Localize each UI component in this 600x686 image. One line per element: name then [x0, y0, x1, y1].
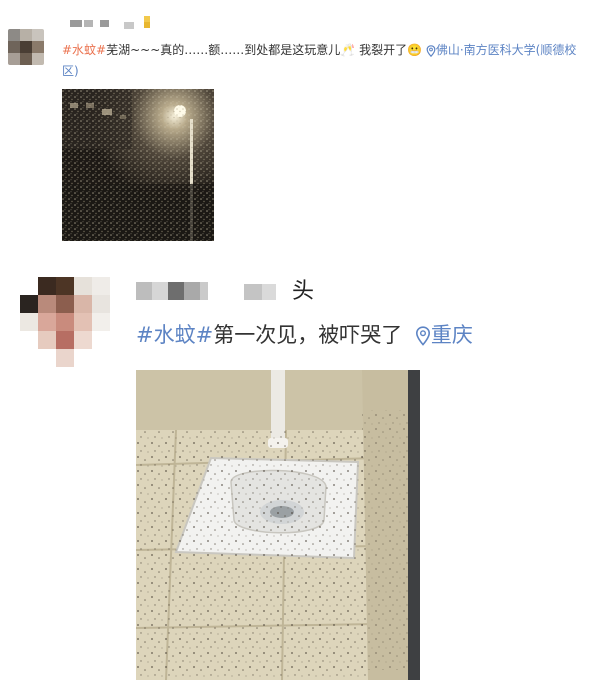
post-body-2: 我裂开了: [355, 43, 408, 57]
post-body: 第一次见，被吓哭了: [213, 323, 403, 347]
post-image-night-swarm[interactable]: [62, 89, 214, 241]
post-body: 芜湖~~~真的……额……到处都是这玩意儿: [106, 43, 341, 57]
username-suffix: 头: [292, 279, 315, 304]
post-2: 头 #水蚊#第一次见，被吓哭了 重庆: [0, 255, 600, 686]
avatar[interactable]: [8, 29, 44, 65]
location-pin-icon: [426, 44, 436, 57]
post-image-toilet-swarm[interactable]: [136, 370, 420, 680]
post-1: #水蚊#芜湖~~~真的……额……到处都是这玩意儿🥂 我裂开了😬 佛山·南方医科大…: [0, 0, 600, 250]
post-text: #水蚊#芜湖~~~真的……额……到处都是这玩意儿🥂 我裂开了😬 佛山·南方医科大…: [62, 40, 592, 82]
post-text: #水蚊#第一次见，被吓哭了 重庆: [136, 321, 596, 349]
location-pin-icon: [415, 326, 430, 346]
night-swarm-picture: [62, 89, 214, 241]
hashtag-link[interactable]: #水蚊#: [136, 323, 213, 347]
username[interactable]: [62, 16, 162, 32]
toilet-swarm-picture: [136, 370, 420, 680]
location-link[interactable]: 重庆: [415, 323, 473, 347]
avatar[interactable]: [20, 277, 113, 370]
emoji-grimace: 😬: [407, 43, 423, 57]
hashtag-link[interactable]: #水蚊#: [62, 43, 106, 57]
location-text: 重庆: [430, 323, 473, 347]
emoji-glass: 🥂: [340, 43, 356, 57]
